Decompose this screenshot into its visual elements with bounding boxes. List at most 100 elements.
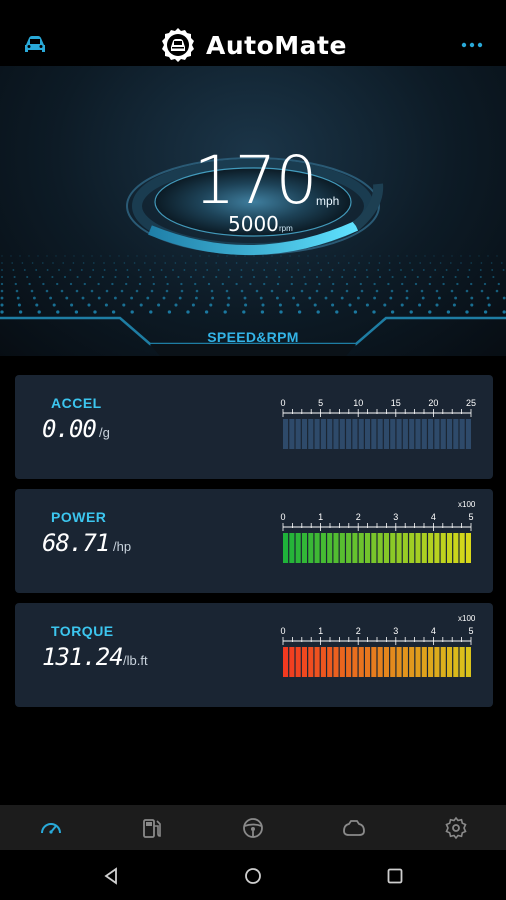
scale-tick-label: 0 xyxy=(280,512,285,522)
fuel-pump-icon[interactable] xyxy=(139,815,165,841)
meter-segment xyxy=(428,533,434,563)
meter-segment xyxy=(396,419,402,449)
steering-wheel-icon[interactable] xyxy=(240,815,266,841)
meter-segment xyxy=(421,419,427,449)
meter-segment xyxy=(320,533,326,563)
meter-segment xyxy=(371,533,377,563)
meter-segment xyxy=(465,419,471,449)
meter-segment xyxy=(308,419,314,449)
meter-segment xyxy=(434,647,440,677)
scale-multiplier: x100 xyxy=(458,500,476,509)
meter-segment xyxy=(465,647,471,677)
meter-segment xyxy=(320,647,326,677)
meter-segment xyxy=(440,647,446,677)
meter-segment xyxy=(465,533,471,563)
meter-segment xyxy=(358,533,364,563)
app-title: AutoMate xyxy=(206,30,347,60)
scale-tick-label: 5 xyxy=(318,398,323,408)
meter-segment xyxy=(383,647,390,677)
meter-segment xyxy=(390,419,396,449)
meter-segment xyxy=(371,647,377,677)
card-unit: /lb.ft xyxy=(123,653,148,668)
meter-segment xyxy=(453,647,459,677)
recents-icon[interactable] xyxy=(385,866,405,886)
scale-tick-label: 25 xyxy=(466,398,476,408)
meter-segment xyxy=(283,419,289,449)
power-meter: 0 1 2 3 4 5 xyxy=(280,512,474,563)
accel-card[interactable]: ACCEL 0.00 /g 0 5 10 15 20 25 xyxy=(15,375,493,479)
meter-segment xyxy=(421,647,427,677)
engine-icon[interactable] xyxy=(341,815,367,841)
meter-segment xyxy=(453,419,459,449)
scale-tick-label: 3 xyxy=(393,626,398,636)
speedometer-icon[interactable] xyxy=(38,815,64,841)
meter-segment xyxy=(402,647,408,677)
card-label: TORQUE xyxy=(51,623,114,639)
app-brand: AutoMate xyxy=(160,25,347,65)
meter-segment xyxy=(459,533,465,563)
speed-unit: mph xyxy=(316,194,340,208)
meter-segment xyxy=(289,533,295,563)
meter-segment xyxy=(308,647,314,677)
card-value: 0.00 xyxy=(42,415,97,443)
meter-segment xyxy=(377,647,383,677)
scale-tick-label: 3 xyxy=(393,512,398,522)
meter-segment xyxy=(352,647,358,677)
power-card[interactable]: POWER 68.71 /hp x100 0 1 2 3 4 5 xyxy=(15,489,493,593)
app-bar: AutoMate xyxy=(0,0,506,66)
meter-segment xyxy=(327,419,333,449)
card-label: ACCEL xyxy=(51,395,102,411)
bottom-tab-bar xyxy=(0,805,506,850)
scale-tick-label: 15 xyxy=(391,398,401,408)
home-icon[interactable] xyxy=(243,866,263,886)
meter-segment xyxy=(301,533,308,563)
meter-segment xyxy=(446,419,453,449)
meter-segment xyxy=(333,419,339,449)
meter-segment xyxy=(390,533,396,563)
meter-segment xyxy=(428,419,434,449)
scale-tick-label: 0 xyxy=(280,398,285,408)
meter-segment xyxy=(371,419,377,449)
system-navigation-bar xyxy=(0,850,506,900)
meter-segment xyxy=(415,647,421,677)
meter-segment xyxy=(301,647,308,677)
card-unit: /g xyxy=(99,425,110,440)
rpm-unit: rpm xyxy=(279,224,293,233)
meter-segment xyxy=(434,533,440,563)
speed-rpm-gauge-panel: 170 mph 5000 rpm SPEED&RPM xyxy=(0,66,506,356)
gear-icon[interactable] xyxy=(443,815,469,841)
back-icon[interactable] xyxy=(101,866,121,886)
scale-tick-label: 2 xyxy=(356,512,361,522)
meter-segment xyxy=(352,533,358,563)
meter-segment xyxy=(289,647,295,677)
meter-segment xyxy=(333,647,339,677)
meter-segment xyxy=(346,533,352,563)
card-label: POWER xyxy=(51,509,107,525)
more-options-icon[interactable] xyxy=(458,36,486,54)
meter-segment xyxy=(314,647,320,677)
car-icon[interactable] xyxy=(22,34,48,56)
scale-tick-label: 5 xyxy=(468,626,473,636)
meter-segment xyxy=(333,533,339,563)
meter-segment xyxy=(314,533,320,563)
speed-value: 170 xyxy=(193,142,318,219)
meter-segment xyxy=(308,533,314,563)
meter-segment xyxy=(364,533,371,563)
meter-segment xyxy=(364,419,371,449)
scale-tick-label: 5 xyxy=(468,512,473,522)
scale-tick-label: 10 xyxy=(353,398,363,408)
rpm-value: 5000 xyxy=(228,212,279,236)
meter-segment xyxy=(409,647,415,677)
torque-card[interactable]: TORQUE 131.24 /lb.ft x100 0 1 2 3 4 5 xyxy=(15,603,493,707)
meter-segment xyxy=(383,419,390,449)
meter-segment xyxy=(446,647,453,677)
meter-segment xyxy=(396,533,402,563)
scale-tick-label: 20 xyxy=(428,398,438,408)
card-value: 68.71 xyxy=(42,529,110,557)
meter-segment xyxy=(440,533,446,563)
scale-tick-label: 4 xyxy=(431,626,436,636)
meter-segment xyxy=(440,419,446,449)
torque-meter: 0 1 2 3 4 5 xyxy=(280,626,474,677)
meter-segment xyxy=(339,647,345,677)
meter-segment xyxy=(459,647,465,677)
